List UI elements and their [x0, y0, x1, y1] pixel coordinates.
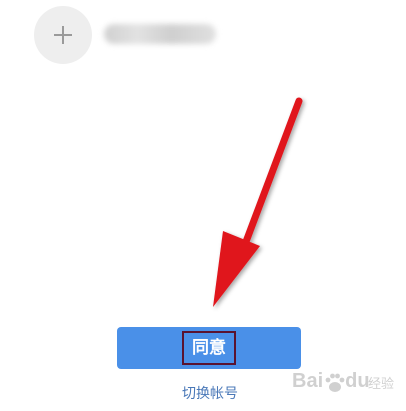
switch-account-link[interactable]: 切换帐号	[0, 383, 406, 403]
agree-button[interactable]: 同意	[117, 327, 301, 369]
agree-button-label: 同意	[182, 331, 236, 365]
plus-icon	[54, 26, 72, 44]
add-account-button[interactable]	[34, 6, 92, 64]
account-name-blurred	[104, 24, 216, 44]
login-confirm-screen: 同意 切换帐号 Bai du 经验	[0, 0, 406, 411]
